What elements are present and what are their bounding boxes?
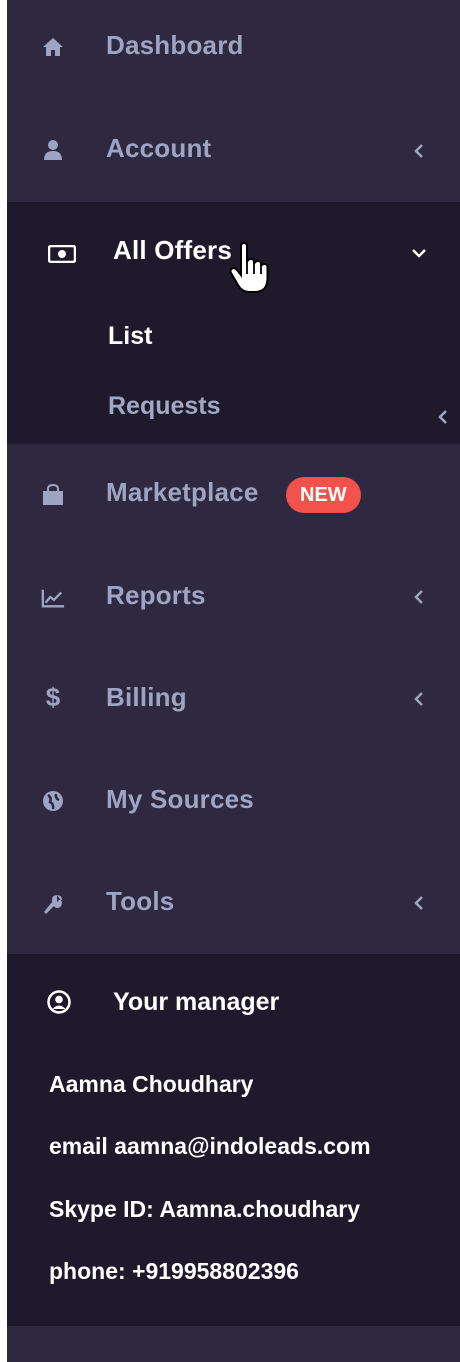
sidebar: Dashboard Account All Offers List Reques… — [7, 0, 460, 1362]
line-chart-icon — [41, 586, 65, 610]
sidebar-item-label: All Offers — [113, 235, 233, 265]
sidebar-item-label: Marketplace — [106, 477, 259, 507]
dollar-icon: $ — [45, 681, 61, 712]
chevron-down-icon — [410, 244, 428, 262]
hand-cursor-icon — [229, 242, 269, 293]
sidebar-item-label: Reports — [106, 580, 206, 610]
sidebar-item-account[interactable]: Account — [7, 100, 460, 202]
sidebar-item-label: Tools — [106, 886, 175, 916]
money-icon — [47, 242, 77, 266]
chevron-left-icon — [410, 588, 428, 606]
submenu-item-list[interactable]: List — [108, 322, 152, 351]
sidebar-item-my-sources[interactable]: My Sources — [7, 750, 460, 852]
sidebar-item-reports[interactable]: Reports — [7, 546, 460, 648]
sidebar-item-marketplace[interactable]: Marketplace — [7, 444, 460, 546]
manager-title: Your manager — [113, 988, 280, 1016]
user-circle-icon — [47, 990, 71, 1014]
chevron-left-icon — [410, 894, 428, 912]
new-badge: NEW — [286, 477, 361, 513]
manager-skype: Skype ID: Aamna.choudhary — [49, 1196, 361, 1222]
sidebar-item-tools[interactable]: Tools — [7, 852, 460, 954]
shopping-bag-icon — [41, 483, 65, 507]
sidebar-item-label: Billing — [106, 682, 187, 712]
sidebar-item-dashboard[interactable]: Dashboard — [7, 0, 460, 102]
sidebar-item-label: Dashboard — [106, 30, 244, 60]
manager-email[interactable]: email aamna@indoleads.com — [49, 1133, 371, 1160]
sidebar-item-label: My Sources — [106, 784, 254, 814]
user-icon — [41, 138, 65, 162]
sidebar-item-label: Account — [106, 133, 212, 163]
chevron-left-icon — [434, 408, 452, 426]
manager-phone: phone: +919958802396 — [49, 1258, 299, 1284]
wrench-icon — [41, 892, 65, 916]
chevron-left-icon — [410, 142, 428, 160]
submenu-item-requests[interactable]: Requests — [108, 392, 221, 421]
globe-icon — [41, 789, 65, 813]
home-icon — [41, 35, 65, 59]
sidebar-item-billing[interactable]: $ Billing — [7, 648, 460, 750]
manager-name: Aamna Choudhary — [49, 1071, 254, 1097]
chevron-left-icon — [410, 690, 428, 708]
